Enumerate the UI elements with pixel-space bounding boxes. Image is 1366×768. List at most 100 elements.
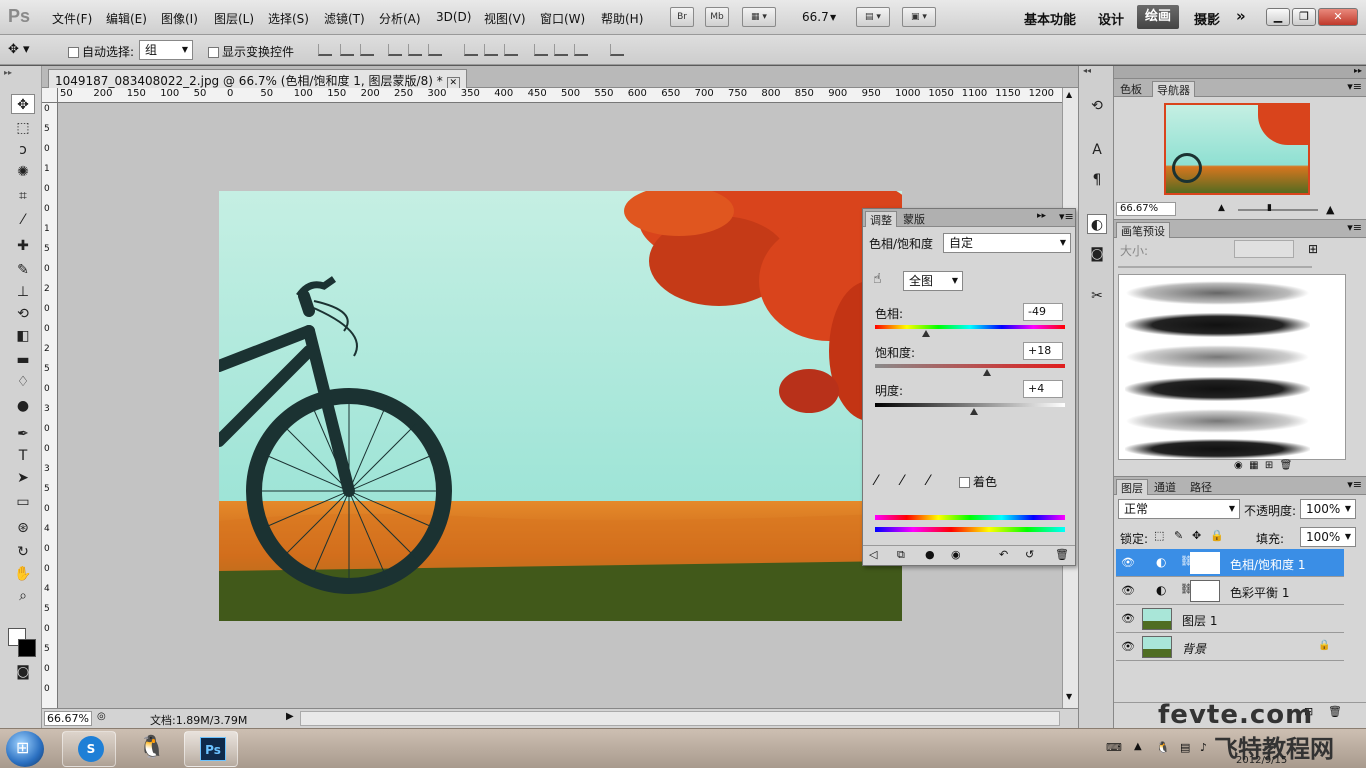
chevron-down-icon[interactable]: ▼ xyxy=(830,13,836,22)
brush-size-slider[interactable] xyxy=(1118,266,1312,268)
collapse-arrows-icon[interactable]: ▸▸ xyxy=(4,68,12,77)
navigator-zoom-thumb[interactable]: ▮ xyxy=(1267,203,1272,213)
brush-preset-item[interactable] xyxy=(1125,313,1310,337)
auto-select-dropdown[interactable]: 组 xyxy=(139,40,193,60)
visibility-eye-icon[interactable]: 👁 xyxy=(1121,612,1135,625)
tab-masks[interactable]: 蒙版 xyxy=(899,211,929,227)
brush-panel-footer-icons[interactable]: ◉ ▦ ⊞ 🗑 xyxy=(1234,460,1292,471)
align-left-icon[interactable] xyxy=(388,44,402,56)
zoom-tool-icon[interactable]: ⌕ xyxy=(11,586,35,606)
saturation-value-input[interactable]: +18 xyxy=(1023,342,1063,360)
brush-size-input[interactable] xyxy=(1234,240,1294,258)
panel-menu-icon[interactable]: ▾≡ xyxy=(1347,80,1362,93)
visibility-eye-icon[interactable]: 👁 xyxy=(1121,640,1135,653)
character-panel-icon[interactable]: A xyxy=(1087,140,1107,160)
dock-collapse-icon[interactable]: ▸▸ xyxy=(1354,66,1362,75)
history-brush-tool-icon[interactable]: ⟲ xyxy=(11,304,35,324)
keyboard-icon[interactable]: ⌨ xyxy=(1106,741,1122,754)
menu-analysis[interactable]: 分析(A) xyxy=(379,10,421,27)
history-panel-icon[interactable]: ⟲ xyxy=(1087,96,1107,116)
crop-tool-icon[interactable]: ⌗ xyxy=(11,186,35,206)
paragraph-panel-icon[interactable]: ¶ xyxy=(1087,170,1107,190)
tray-expand-icon[interactable]: ▲ xyxy=(1134,741,1142,752)
panel-menu-icon[interactable]: ▾≡ xyxy=(1059,210,1074,223)
pen-tool-icon[interactable]: ✒ xyxy=(11,424,35,444)
bridge-button[interactable]: Br xyxy=(670,7,694,27)
network-icon[interactable]: ▤ xyxy=(1180,741,1190,754)
lock-transparent-icon[interactable]: ⬚ xyxy=(1154,529,1164,542)
create-brush-icon[interactable]: ⊞ xyxy=(1308,242,1318,256)
layer-mask-thumbnail[interactable] xyxy=(1190,580,1220,602)
auto-select-checkbox[interactable]: 自动选择: xyxy=(68,43,134,60)
mini-bridge-button[interactable]: Mb xyxy=(705,7,729,27)
menu-file[interactable]: 文件(F) xyxy=(52,10,92,27)
layer-name[interactable]: 背景 xyxy=(1182,640,1206,657)
marquee-tool-icon[interactable]: ⬚ xyxy=(11,118,35,138)
horizontal-scrollbar[interactable] xyxy=(300,711,1060,726)
brush-preset-item[interactable] xyxy=(1125,281,1310,305)
volume-icon[interactable]: ♪ xyxy=(1200,741,1207,754)
workspace-essentials[interactable]: 基本功能 xyxy=(1024,9,1076,28)
ruler-origin[interactable] xyxy=(42,88,58,103)
distribute-right-icon[interactable] xyxy=(574,44,588,56)
restore-button[interactable]: ❐ xyxy=(1292,8,1316,26)
hue-slider-thumb[interactable] xyxy=(922,330,931,337)
tab-layers[interactable]: 图层 xyxy=(1116,479,1148,495)
layer-thumbnail[interactable] xyxy=(1142,636,1172,658)
menu-select[interactable]: 选择(S) xyxy=(268,10,309,27)
eyedropper-tool-icon[interactable]: ⁄ xyxy=(11,210,35,230)
zoom-in-icon[interactable]: ▲ xyxy=(1326,203,1334,216)
distribute-vcenter-icon[interactable] xyxy=(484,44,498,56)
colorize-checkbox[interactable]: 着色 xyxy=(959,473,997,490)
distribute-left-icon[interactable] xyxy=(534,44,548,56)
tab-swatches[interactable]: 色板 xyxy=(1116,81,1146,97)
align-bottom-icon[interactable] xyxy=(360,44,374,56)
scroll-down-icon[interactable]: ▼ xyxy=(1066,692,1072,701)
layer-row-color-balance[interactable]: 👁 ◐ ⛓ 色彩平衡 1 xyxy=(1116,577,1344,605)
tab-navigator[interactable]: 导航器 xyxy=(1152,81,1195,97)
close-button[interactable]: ✕ xyxy=(1318,8,1358,26)
expand-panels-icon[interactable]: ◂◂ xyxy=(1083,66,1091,75)
brush-preset-item[interactable] xyxy=(1125,377,1310,401)
menu-window[interactable]: 窗口(W) xyxy=(540,10,585,27)
back-arrow-icon[interactable]: ◁ xyxy=(869,548,877,561)
lightness-value-input[interactable]: +4 xyxy=(1023,380,1063,398)
menu-image[interactable]: 图像(I) xyxy=(161,10,198,27)
tab-adjustments[interactable]: 调整 xyxy=(865,211,897,227)
adjustments-panel-icon[interactable]: ◐ xyxy=(1087,214,1107,234)
eraser-tool-icon[interactable]: ◧ xyxy=(11,326,35,346)
menu-help[interactable]: 帮助(H) xyxy=(601,10,643,27)
zoom-out-icon[interactable]: ▲ xyxy=(1218,203,1225,213)
workspace-photography[interactable]: 摄影 xyxy=(1194,9,1220,28)
layer-name[interactable]: 图层 1 xyxy=(1182,612,1217,629)
layer-thumbnail[interactable] xyxy=(1142,608,1172,630)
auto-align-icon[interactable] xyxy=(610,44,624,56)
taskbar-app-qq[interactable]: 🐧 xyxy=(122,731,176,767)
arrange-documents-button[interactable]: ▤ ▾ xyxy=(856,7,890,27)
lock-all-icon[interactable]: 🔒 xyxy=(1210,529,1224,542)
status-info-icon[interactable]: ◎ xyxy=(97,711,106,722)
background-color-swatch[interactable] xyxy=(18,639,36,657)
layer-row-layer-1[interactable]: 👁 图层 1 xyxy=(1116,605,1344,633)
brush-preset-item[interactable] xyxy=(1125,409,1310,433)
tab-paths[interactable]: 路径 xyxy=(1186,479,1216,495)
navigator-zoom-slider[interactable] xyxy=(1238,209,1318,211)
zoom-level-field[interactable]: 66.7 xyxy=(802,10,829,24)
preset-dropdown[interactable]: 自定 xyxy=(943,233,1071,253)
clone-stamp-tool-icon[interactable]: ⊥ xyxy=(11,282,35,302)
qq-tray-icon[interactable]: 🐧 xyxy=(1156,741,1170,754)
blend-mode-dropdown[interactable]: 正常 xyxy=(1118,499,1240,519)
view-extras-button[interactable]: ▦ ▾ xyxy=(742,7,776,27)
minimize-button[interactable]: ▁ xyxy=(1266,8,1290,26)
shape-tool-icon[interactable]: ▭ xyxy=(11,492,35,512)
visibility-eye-icon[interactable]: 👁 xyxy=(1121,584,1135,597)
target-adjust-hand-icon[interactable]: ☝ xyxy=(873,271,882,287)
distribute-hcenter-icon[interactable] xyxy=(554,44,568,56)
layer-name[interactable]: 色相/饱和度 1 xyxy=(1230,556,1306,573)
masks-panel-icon[interactable]: ◙ xyxy=(1087,244,1107,264)
workspace-design[interactable]: 设计 xyxy=(1098,9,1124,28)
hand-tool-icon[interactable]: ✋ xyxy=(11,564,35,584)
menu-edit[interactable]: 编辑(E) xyxy=(106,10,147,27)
3d-orbit-tool-icon[interactable]: ↻ xyxy=(11,542,35,562)
layer-name[interactable]: 色彩平衡 1 xyxy=(1230,584,1289,601)
